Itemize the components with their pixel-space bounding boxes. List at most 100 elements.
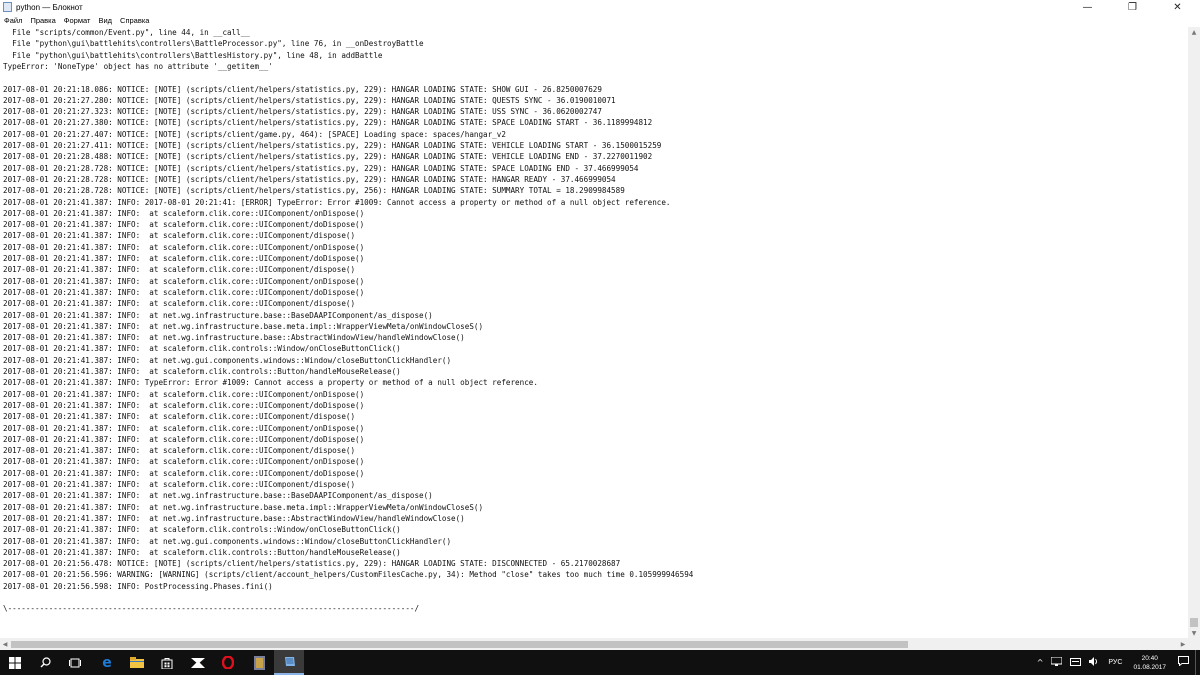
text-line: TypeError: 'NoneType' object has no attr… <box>3 61 273 71</box>
title-bar[interactable]: python — Блокнот — ❐ ✕ <box>0 0 1200 14</box>
text-line: 2017-08-01 20:21:41.387: INFO: at net.wg… <box>3 355 452 365</box>
start-button[interactable] <box>0 650 30 675</box>
edge-app[interactable]: e <box>92 650 122 675</box>
text-line: 2017-08-01 20:21:28.728: NOTICE: [NOTE] … <box>3 174 616 184</box>
mail-icon <box>191 657 205 668</box>
menu-edit[interactable]: Правка <box>26 16 59 25</box>
text-line: 2017-08-01 20:21:41.387: INFO: at scalef… <box>3 423 365 433</box>
show-desktop-button[interactable] <box>1195 650 1200 675</box>
text-line: 2017-08-01 20:21:28.488: NOTICE: [NOTE] … <box>3 152 653 162</box>
horizontal-scroll-thumb[interactable] <box>11 641 908 648</box>
scrollbar-corner <box>1188 638 1200 650</box>
store-bag-icon <box>161 657 173 669</box>
text-line: 2017-08-01 20:21:41.387: INFO: at net.wg… <box>3 333 465 343</box>
text-line: 2017-08-01 20:21:41.387: INFO: at scalef… <box>3 208 365 218</box>
store-app[interactable] <box>152 650 182 675</box>
game-app[interactable] <box>244 650 274 675</box>
text-line: 2017-08-01 20:21:41.387: INFO: at scalef… <box>3 480 356 489</box>
window-title: python — Блокнот <box>16 2 83 12</box>
task-view-button[interactable] <box>60 650 90 675</box>
text-line: 2017-08-01 20:21:41.387: INFO: at scalef… <box>3 457 365 467</box>
scroll-down-icon[interactable]: ▼ <box>1188 628 1200 638</box>
text-line: 2017-08-01 20:21:41.387: INFO: at net.wg… <box>3 513 465 523</box>
clock-time: 20:40 <box>1141 654 1158 662</box>
text-line: 2017-08-01 20:21:41.387: INFO: at scalef… <box>3 412 356 422</box>
text-line: 2017-08-01 20:21:41.387: INFO: at scalef… <box>3 525 401 535</box>
menu-file[interactable]: Файл <box>0 16 26 25</box>
menu-bar: Файл Правка Формат Вид Справка <box>0 14 1200 27</box>
search-button[interactable] <box>30 650 60 675</box>
text-line: 2017-08-01 20:21:41.387: INFO: at net.wg… <box>3 491 433 501</box>
text-line: File "python\gui\battlehits\controllers\… <box>3 39 424 49</box>
horizontal-scrollbar[interactable]: ◀ ▶ <box>0 638 1188 650</box>
text-line: 2017-08-01 20:21:27.407: NOTICE: [NOTE] … <box>3 129 506 139</box>
text-line: 2017-08-01 20:21:27.380: NOTICE: [NOTE] … <box>3 118 653 128</box>
vertical-scrollbar[interactable]: ▲ ▼ <box>1188 27 1200 638</box>
text-line: 2017-08-01 20:21:41.387: INFO: at scalef… <box>3 276 365 286</box>
text-line: 2017-08-01 20:21:41.387: INFO: at scalef… <box>3 344 401 354</box>
text-line: 2017-08-01 20:21:41.387: INFO: at scalef… <box>3 231 356 241</box>
close-button[interactable]: ✕ <box>1155 0 1200 14</box>
opera-icon <box>222 656 234 669</box>
text-line: 2017-08-01 20:21:41.387: INFO: at net.wg… <box>3 310 433 320</box>
action-center-icon[interactable] <box>1178 656 1189 669</box>
task-view-icon <box>69 658 81 667</box>
text-line: 2017-08-01 20:21:28.728: NOTICE: [NOTE] … <box>3 163 639 173</box>
menu-view[interactable]: Вид <box>94 16 116 25</box>
mail-app[interactable] <box>183 650 213 675</box>
language-indicator[interactable]: РУС <box>1108 659 1122 666</box>
network-icon[interactable] <box>1050 656 1063 668</box>
menu-format[interactable]: Формат <box>60 16 95 25</box>
text-line: \---------------------------------------… <box>3 604 420 614</box>
text-line: 2017-08-01 20:21:56.598: INFO: PostProce… <box>3 581 273 591</box>
text-line: 2017-08-01 20:21:41.387: INFO: at scalef… <box>3 547 401 557</box>
text-line: 2017-08-01 20:21:41.387: INFO: at scalef… <box>3 254 365 263</box>
notepad-icon <box>3 2 12 12</box>
text-line: 2017-08-01 20:21:41.387: INFO: at scalef… <box>3 400 365 410</box>
folder-icon <box>130 657 144 668</box>
file-explorer-app[interactable] <box>122 650 152 675</box>
text-line: 2017-08-01 20:21:41.387: INFO: at net.wg… <box>3 321 484 331</box>
tray-chevron-icon[interactable]: ^ <box>1037 658 1044 667</box>
text-line: File "python\gui\battlehits\controllers\… <box>3 50 383 60</box>
text-line: 2017-08-01 20:21:41.387: INFO: at scalef… <box>3 242 365 252</box>
text-line: 2017-08-01 20:21:41.387: INFO: at scalef… <box>3 434 365 444</box>
text-line: 2017-08-01 20:21:41.387: INFO: at scalef… <box>3 265 356 275</box>
text-line: 2017-08-01 20:21:41.387: INFO: at net.wg… <box>3 502 484 512</box>
notepad-icon <box>284 656 295 666</box>
windows-logo-icon <box>9 656 21 669</box>
text-line: 2017-08-01 20:21:18.086: NOTICE: [NOTE] … <box>3 84 602 94</box>
text-line: 2017-08-01 20:21:27.411: NOTICE: [NOTE] … <box>3 141 662 150</box>
volume-icon[interactable] <box>1089 657 1099 668</box>
taskbar: e ^ РУС 20:40 01.08.2017 <box>0 650 1200 675</box>
text-editor[interactable]: File "scripts/common/Event.py", line 44,… <box>0 27 1188 638</box>
text-line: 2017-08-01 20:21:41.387: INFO: at scalef… <box>3 299 356 309</box>
text-line: 2017-08-01 20:21:28.728: NOTICE: [NOTE] … <box>3 186 625 196</box>
minimize-button[interactable]: — <box>1065 0 1110 14</box>
game-launcher-icon <box>253 655 265 670</box>
scroll-up-icon[interactable]: ▲ <box>1188 27 1200 37</box>
menu-help[interactable]: Справка <box>116 16 153 25</box>
scroll-right-icon[interactable]: ▶ <box>1178 638 1188 650</box>
text-line: 2017-08-01 20:21:56.478: NOTICE: [NOTE] … <box>3 559 621 569</box>
text-line: 2017-08-01 20:21:41.387: INFO: at scalef… <box>3 468 365 478</box>
text-line: 2017-08-01 20:21:41.387: INFO: 2017-08-0… <box>3 197 671 207</box>
maximize-button[interactable]: ❐ <box>1110 0 1155 14</box>
vertical-scroll-thumb[interactable] <box>1190 618 1198 627</box>
text-line: 2017-08-01 20:21:41.387: INFO: at scalef… <box>3 446 356 456</box>
notepad-app[interactable] <box>274 650 304 675</box>
text-line: 2017-08-01 20:21:41.387: INFO: TypeError… <box>3 378 538 388</box>
clock[interactable]: 20:40 01.08.2017 <box>1133 654 1166 672</box>
system-tray: ^ РУС 20:40 01.08.2017 <box>1033 650 1200 675</box>
scroll-left-icon[interactable]: ◀ <box>0 638 10 650</box>
text-line: 2017-08-01 20:21:41.387: INFO: at net.wg… <box>3 536 452 546</box>
text-line: File "scripts/common/Event.py", line 44,… <box>3 28 250 37</box>
opera-app[interactable] <box>213 650 243 675</box>
search-icon <box>40 657 51 668</box>
clock-date: 01.08.2017 <box>1133 663 1166 671</box>
text-line: 2017-08-01 20:21:41.387: INFO: at scalef… <box>3 220 365 230</box>
text-line: 2017-08-01 20:21:41.387: INFO: at scalef… <box>3 389 365 399</box>
edge-icon: e <box>102 654 112 671</box>
keyboard-icon[interactable] <box>1070 657 1082 668</box>
text-line: 2017-08-01 20:21:41.387: INFO: at scalef… <box>3 367 401 376</box>
